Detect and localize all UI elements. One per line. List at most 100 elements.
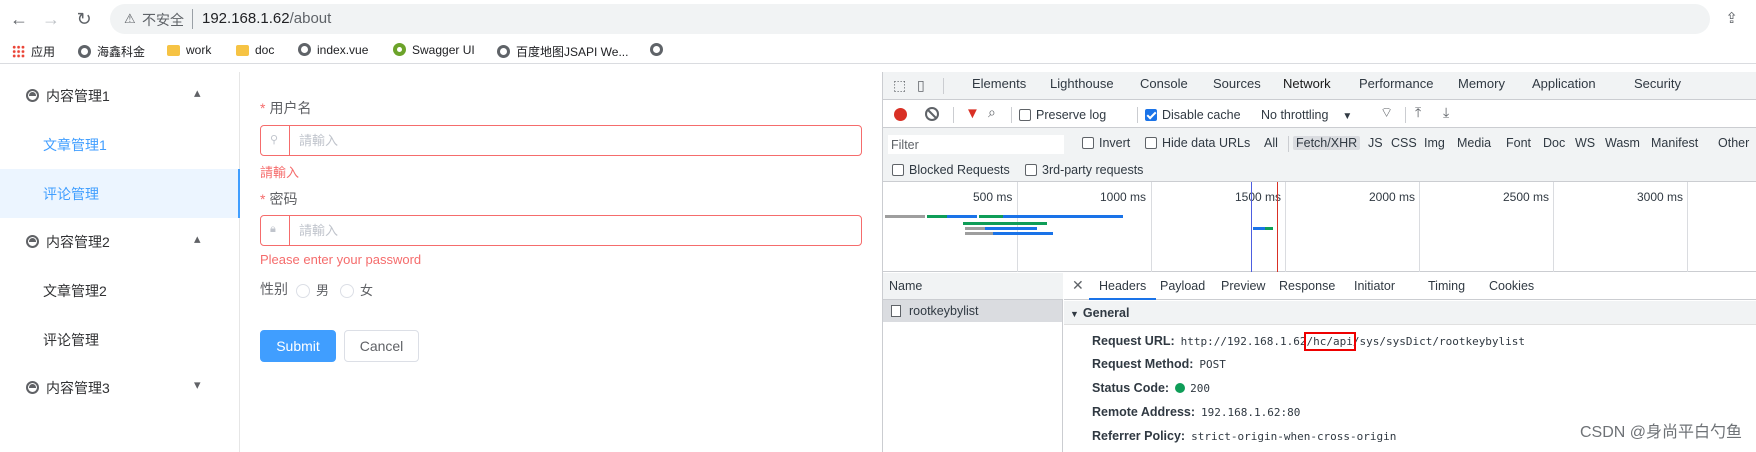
tab-initiator[interactable]: Initiator [1354,279,1395,293]
search-icon[interactable]: ⌕ [988,104,996,121]
username-label: * 用户名 [260,98,311,118]
browser-toolbar: ← → ↻ ⚠ 不安全 192.168.1.62/about ⇪ [0,0,1756,38]
tab-sources[interactable]: Sources [1213,76,1261,91]
menu-item-articles-2[interactable]: 文章管理2 [0,266,239,315]
bookmark-label: index.vue [317,43,369,57]
clear-icon[interactable] [925,107,939,121]
tab-timing[interactable]: Timing [1428,279,1465,293]
menu-item-label: 文章管理2 [43,283,107,299]
filter-type-ws[interactable]: WS [1575,136,1595,150]
checkbox-box [1145,109,1157,121]
menu-item-comments-2[interactable]: 评论管理 [0,315,239,364]
tab-response[interactable]: Response [1279,279,1335,293]
tab-application[interactable]: Application [1532,76,1596,91]
cancel-button[interactable]: Cancel [344,330,419,362]
bookmark-unnamed[interactable] [650,43,669,57]
login-form: *用户名 ⚲ 請輸入 *密码 🔒︎ Please enter your pass… [240,72,882,452]
tab-payload[interactable]: Payload [1160,279,1205,293]
invert-checkbox[interactable]: Invert [1082,136,1130,150]
submit-button[interactable]: Submit [260,330,336,362]
waterfall-bar [1265,227,1273,230]
tab-performance[interactable]: Performance [1359,76,1433,91]
tab-elements[interactable]: Elements [972,76,1026,91]
tab-console[interactable]: Console [1140,76,1188,91]
filter-type-css[interactable]: CSS [1391,136,1417,150]
waterfall-bar [947,215,977,218]
tab-network[interactable]: Network [1275,76,1339,102]
network-conditions-icon[interactable]: ⌔ [1380,104,1393,122]
disable-cache-checkbox[interactable]: Disable cache [1145,108,1241,122]
tab-preview[interactable]: Preview [1221,279,1265,293]
toolbar-divider [1137,107,1138,123]
import-har-icon[interactable]: ⤒ [1415,104,1421,121]
forward-icon[interactable]: → [40,8,62,30]
general-section-header[interactable]: ▼ General [1064,301,1756,325]
tab-headers[interactable]: Headers [1088,279,1157,300]
warning-icon: ⚠ [124,11,136,26]
tab-memory[interactable]: Memory [1458,76,1505,91]
filter-type-doc[interactable]: Doc [1543,136,1565,150]
bookmark-doc[interactable]: doc [236,43,274,57]
inspect-icon[interactable]: ⬚ [893,77,906,94]
filter-type-media[interactable]: Media [1457,136,1491,150]
network-overview-timeline[interactable]: 500 ms 1000 ms 1500 ms 2000 ms 2500 ms 3… [883,182,1756,272]
timeline-tick-label: 2500 ms [1503,190,1550,204]
share-icon[interactable]: ⇪ [1725,9,1738,27]
request-row[interactable]: rootkeybylist [883,300,1062,322]
toolbar-divider [943,78,944,94]
password-field[interactable]: 🔒︎ [260,215,862,246]
gender-radio-male[interactable]: 男 [296,280,329,299]
filter-icon[interactable]: ▼ [965,105,980,122]
bookmark-index-vue[interactable]: index.vue [298,43,368,57]
username-input[interactable] [291,126,859,155]
password-input[interactable] [291,216,859,245]
blocked-requests-checkbox[interactable]: Blocked Requests [892,163,1010,177]
tab-lighthouse[interactable]: Lighthouse [1050,76,1114,91]
reload-icon[interactable]: ↻ [73,8,95,30]
bookmark-work[interactable]: work [167,43,211,57]
filter-type-all[interactable]: All [1264,136,1278,150]
timeline-gridline [1553,182,1554,272]
bookmarks-bar: 应用 海鑫科金 work doc index.vue Swagger UI 百度… [0,38,1756,64]
export-har-icon[interactable]: ⤓ [1443,104,1449,121]
device-toggle-icon[interactable]: ▯ [917,77,925,94]
filter-type-other[interactable]: Other [1718,136,1749,150]
bookmark-haixin[interactable]: 海鑫科金 [78,43,145,60]
globe-icon [497,45,510,58]
filter-type-img[interactable]: Img [1424,136,1445,150]
filter-type-manifest[interactable]: Manifest [1651,136,1698,150]
hide-data-urls-checkbox[interactable]: Hide data URLs [1145,136,1250,150]
bookmark-swagger[interactable]: Swagger UI [393,43,475,57]
filter-type-js[interactable]: JS [1368,136,1383,150]
address-bar[interactable]: ⚠ 不安全 192.168.1.62/about [110,4,1710,34]
menu-group-content-1[interactable]: 内容管理1 ▴ [0,72,239,120]
status-code-row: Status Code: 200 [1092,381,1210,395]
radio-label: 男 [316,283,330,298]
required-mark: * [260,191,266,207]
filter-type-fetch-xhr[interactable]: Fetch/XHR [1293,136,1361,150]
menu-group-content-3[interactable]: 内容管理3 ▾ [0,364,239,412]
menu-group-content-2[interactable]: 内容管理2 ▴ [0,218,239,266]
checkbox-box [1082,137,1094,149]
menu-item-articles-1[interactable]: 文章管理1 [0,120,239,169]
filter-type-font[interactable]: Font [1506,136,1531,150]
bookmark-apps[interactable]: 应用 [12,43,55,60]
bookmark-baidu-map[interactable]: 百度地图JSAPI We... [497,43,628,60]
password-label-text: 密码 [269,191,298,207]
back-icon[interactable]: ← [8,8,30,30]
record-button[interactable] [894,108,907,121]
menu-item-comments-1[interactable]: 评论管理 [0,169,240,218]
filter-type-wasm[interactable]: Wasm [1605,136,1640,150]
username-field[interactable]: ⚲ [260,125,862,156]
close-icon[interactable]: ✕ [1072,277,1084,294]
tab-cookies[interactable]: Cookies [1489,279,1534,293]
menu-item-label: 评论管理 [43,332,99,348]
name-column-header[interactable]: Name [883,273,1063,300]
throttling-select[interactable]: No throttling ▼ [1261,108,1352,122]
url-text[interactable]: 192.168.1.62/about [202,10,331,27]
tab-security[interactable]: Security [1634,76,1681,91]
third-party-checkbox[interactable]: 3rd-party requests [1025,163,1143,177]
filter-input[interactable] [888,135,1064,154]
preserve-log-checkbox[interactable]: Preserve log [1019,108,1106,122]
gender-radio-female[interactable]: 女 [340,280,373,299]
